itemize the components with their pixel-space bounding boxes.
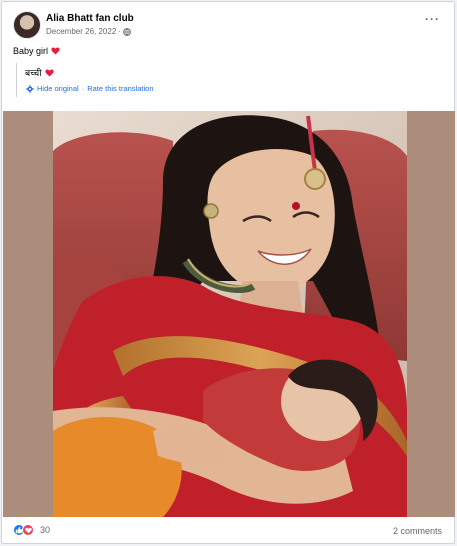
post-photo[interactable] <box>53 111 407 517</box>
translation-block: बच्ची Hide original · Rate this translat… <box>16 63 276 97</box>
post-caption: Baby girl <box>13 46 49 56</box>
link-separator: · <box>81 84 85 93</box>
translated-text: बच्ची <box>25 66 276 79</box>
post-card: Alia Bhatt fan club December 26, 2022 · … <box>1 1 455 544</box>
reaction-count: 30 <box>40 525 51 535</box>
translated-caption: बच्ची <box>25 68 42 78</box>
meta-separator: · <box>118 27 121 36</box>
post-photo-area <box>3 111 455 517</box>
hide-original-link[interactable]: Hide original <box>37 84 79 93</box>
gear-icon <box>26 84 34 93</box>
post-text: Baby girl <box>13 46 60 56</box>
page-avatar[interactable] <box>13 11 41 39</box>
rate-translation-link[interactable]: Rate this translation <box>87 84 153 93</box>
love-reaction-icon <box>22 524 34 536</box>
comments-count-link[interactable]: 2 comments <box>393 526 442 536</box>
globe-icon <box>123 27 131 36</box>
reaction-summary[interactable]: 30 <box>13 524 50 536</box>
translation-links: Hide original · Rate this translation <box>26 84 154 93</box>
more-options-button[interactable]: ··· <box>425 12 440 26</box>
page-name-link[interactable]: Alia Bhatt fan club <box>46 13 134 24</box>
post-meta: December 26, 2022 · <box>46 27 131 36</box>
post-date[interactable]: December 26, 2022 <box>46 27 116 36</box>
red-heart-icon <box>44 69 54 77</box>
red-heart-icon <box>51 47 60 55</box>
more-horizontal-icon: ··· <box>425 12 440 26</box>
